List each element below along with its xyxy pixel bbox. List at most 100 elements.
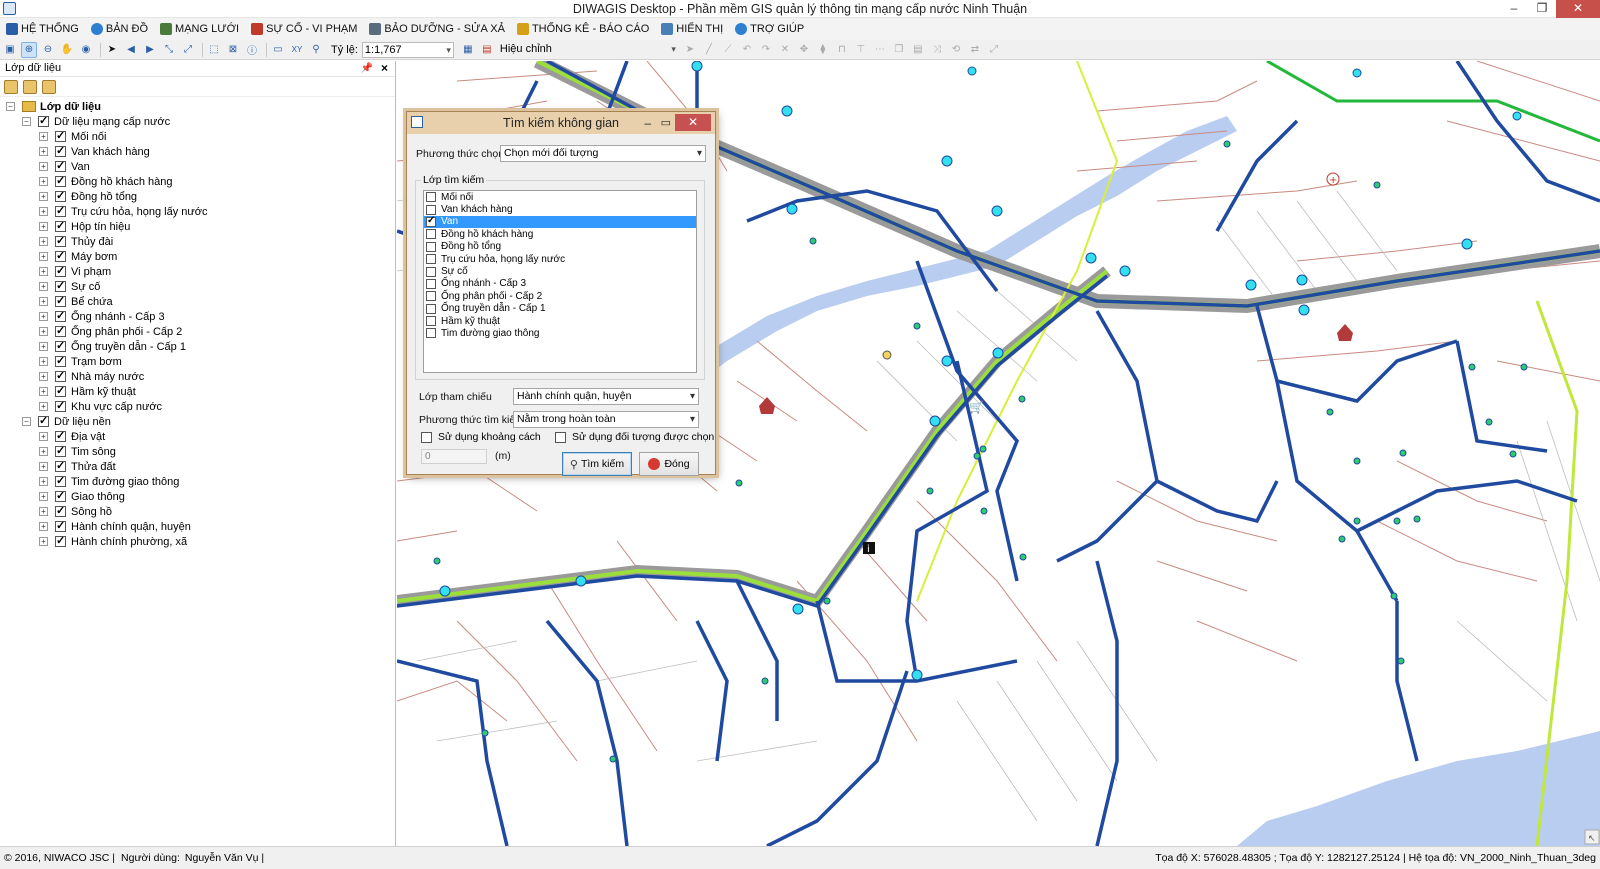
- layer-checkbox[interactable]: [55, 144, 66, 157]
- layer-group[interactable]: − Dữ liệu mạng cấp nước: [6, 114, 395, 129]
- layer-checkbox[interactable]: [55, 444, 66, 457]
- layer-item[interactable]: + Giao thông: [6, 489, 395, 504]
- split-icon[interactable]: ⧫: [815, 42, 831, 58]
- delete-edit-icon[interactable]: ✕: [777, 42, 793, 58]
- scale-combo[interactable]: 1:1,767: [361, 41, 454, 58]
- extend-icon[interactable]: ⤢: [986, 42, 1002, 58]
- layer-checkbox[interactable]: [55, 279, 66, 292]
- expand-icon[interactable]: +: [39, 192, 48, 201]
- menu-su-co-vi-pham[interactable]: SỰ CỐ - VI PHẠM: [251, 23, 357, 35]
- paste-icon[interactable]: ▤: [910, 42, 926, 58]
- save-icon[interactable]: ▣: [2, 42, 18, 58]
- expand-icon[interactable]: +: [39, 312, 48, 321]
- expand-icon[interactable]: +: [39, 387, 48, 396]
- search-layer-item[interactable]: Đồng hồ tổng: [424, 241, 696, 253]
- edit-pointer-icon[interactable]: ➤: [682, 42, 698, 58]
- search-layer-item[interactable]: Ống truyền dẫn - Cấp 1: [424, 303, 696, 315]
- use-distance-box[interactable]: [421, 431, 432, 443]
- layer-item[interactable]: + Thủy đài: [6, 234, 395, 249]
- layer-item[interactable]: + Van khách hàng: [6, 144, 395, 159]
- copy-icon[interactable]: ❐: [891, 42, 907, 58]
- expand-icon[interactable]: +: [39, 492, 48, 501]
- search-layer-list[interactable]: Mối nốiVan khách hàngVanĐồng hồ khách hà…: [423, 190, 697, 373]
- layer-checkbox[interactable]: [55, 294, 66, 307]
- identify-icon[interactable]: ⓘ: [244, 42, 260, 58]
- table-icon[interactable]: ▤: [479, 42, 495, 58]
- layer-checkbox[interactable]: [55, 204, 66, 217]
- layer-checkbox[interactable]: [55, 234, 66, 247]
- expand-icon[interactable]: +: [39, 177, 48, 186]
- menu-tro-giup[interactable]: TRỢ GIÚP: [735, 23, 804, 35]
- flip-icon[interactable]: ⇄: [967, 42, 983, 58]
- layer-item[interactable]: + Đồng hồ khách hàng: [6, 174, 395, 189]
- menu-thong-ke[interactable]: THỐNG KÊ - BÁO CÁO: [516, 23, 649, 35]
- snap-icon[interactable]: ⊤: [853, 42, 869, 58]
- search-layer-checkbox[interactable]: [426, 328, 436, 339]
- full-extent-icon[interactable]: ◉: [78, 42, 94, 58]
- layer-item[interactable]: + Tim đường giao thông: [6, 474, 395, 489]
- vertex-icon[interactable]: ⋯: [872, 42, 888, 58]
- use-distance-checkbox[interactable]: Sử dụng khoảng cách: [421, 431, 541, 443]
- grid-icon[interactable]: ▦: [460, 42, 476, 58]
- layer-item[interactable]: + Địa vật: [6, 429, 395, 444]
- expand-icon[interactable]: +: [39, 507, 48, 516]
- expand-icon[interactable]: +: [39, 372, 48, 381]
- fixed-zoom-in-icon[interactable]: ⤡: [161, 42, 177, 58]
- search-layer-checkbox[interactable]: [426, 204, 436, 215]
- expand-icon[interactable]: +: [39, 267, 48, 276]
- layer-item[interactable]: + Khu vực cấp nước: [6, 399, 395, 414]
- remove-layer-icon[interactable]: [42, 79, 56, 94]
- search-layer-checkbox[interactable]: [426, 303, 436, 314]
- expand-icon[interactable]: +: [39, 357, 48, 366]
- fixed-zoom-out-icon[interactable]: ⤢: [180, 42, 196, 58]
- expand-icon[interactable]: +: [39, 342, 48, 351]
- pin-icon[interactable]: 📌: [361, 61, 373, 76]
- layer-checkbox[interactable]: [55, 129, 66, 142]
- layer-item[interactable]: + Hầm kỹ thuật: [6, 384, 395, 399]
- search-button[interactable]: ⚲ Tìm kiếm: [562, 452, 632, 476]
- menu-mang-luoi[interactable]: MẠNG LƯỚI: [160, 23, 239, 35]
- expand-icon[interactable]: +: [39, 522, 48, 531]
- undo-icon[interactable]: ↶: [739, 42, 755, 58]
- layer-checkbox[interactable]: [55, 264, 66, 277]
- expand-icon[interactable]: +: [39, 432, 48, 441]
- tree-root[interactable]: − Lớp dữ liệu: [6, 99, 395, 114]
- search-layer-checkbox[interactable]: [426, 254, 436, 265]
- layer-item[interactable]: + Ống nhánh - Cấp 3: [6, 309, 395, 324]
- layer-item[interactable]: + Sông hồ: [6, 504, 395, 519]
- dialog-minimize-button[interactable]: –: [644, 112, 651, 134]
- expand-icon[interactable]: +: [39, 282, 48, 291]
- layer-item[interactable]: + Ống truyền dẫn - Cấp 1: [6, 339, 395, 354]
- find-icon[interactable]: ⚲: [308, 42, 324, 58]
- expand-icon[interactable]: +: [39, 297, 48, 306]
- layer-checkbox[interactable]: [55, 309, 66, 322]
- layer-group-checkbox[interactable]: [38, 414, 49, 427]
- collapse-icon[interactable]: −: [22, 117, 31, 126]
- select-arrow-icon[interactable]: ➤: [104, 42, 120, 58]
- measure-icon[interactable]: ▭: [270, 42, 286, 58]
- expand-icon[interactable]: +: [39, 132, 48, 141]
- layer-checkbox[interactable]: [55, 429, 66, 442]
- expand-icon[interactable]: +: [39, 447, 48, 456]
- close-button[interactable]: ✕: [1556, 0, 1600, 18]
- collapse-icon[interactable]: −: [22, 417, 31, 426]
- select-feature-icon[interactable]: ⬚: [206, 42, 222, 58]
- layer-checkbox[interactable]: [55, 339, 66, 352]
- layer-checkbox[interactable]: [55, 474, 66, 487]
- layer-item[interactable]: + Trụ cứu hỏa, họng lấy nước: [6, 204, 395, 219]
- layer-item[interactable]: + Van: [6, 159, 395, 174]
- layer-item[interactable]: + Máy bơm: [6, 249, 395, 264]
- layer-item[interactable]: + Tim sông: [6, 444, 395, 459]
- layer-group-checkbox[interactable]: [38, 114, 49, 127]
- expand-icon[interactable]: +: [39, 162, 48, 171]
- search-layer-item[interactable]: Trụ cứu hỏa, họng lấy nước: [424, 253, 696, 265]
- menu-bao-duong[interactable]: BẢO DƯỠNG - SỬA XẢ: [369, 23, 505, 35]
- expand-icon[interactable]: +: [39, 402, 48, 411]
- search-layer-checkbox[interactable]: [426, 316, 436, 327]
- pan-icon[interactable]: ✋: [59, 42, 75, 58]
- search-layer-checkbox[interactable]: [426, 241, 436, 252]
- layer-checkbox[interactable]: [55, 249, 66, 262]
- layer-checkbox[interactable]: [55, 189, 66, 202]
- expand-icon[interactable]: +: [39, 222, 48, 231]
- expand-icon[interactable]: +: [39, 252, 48, 261]
